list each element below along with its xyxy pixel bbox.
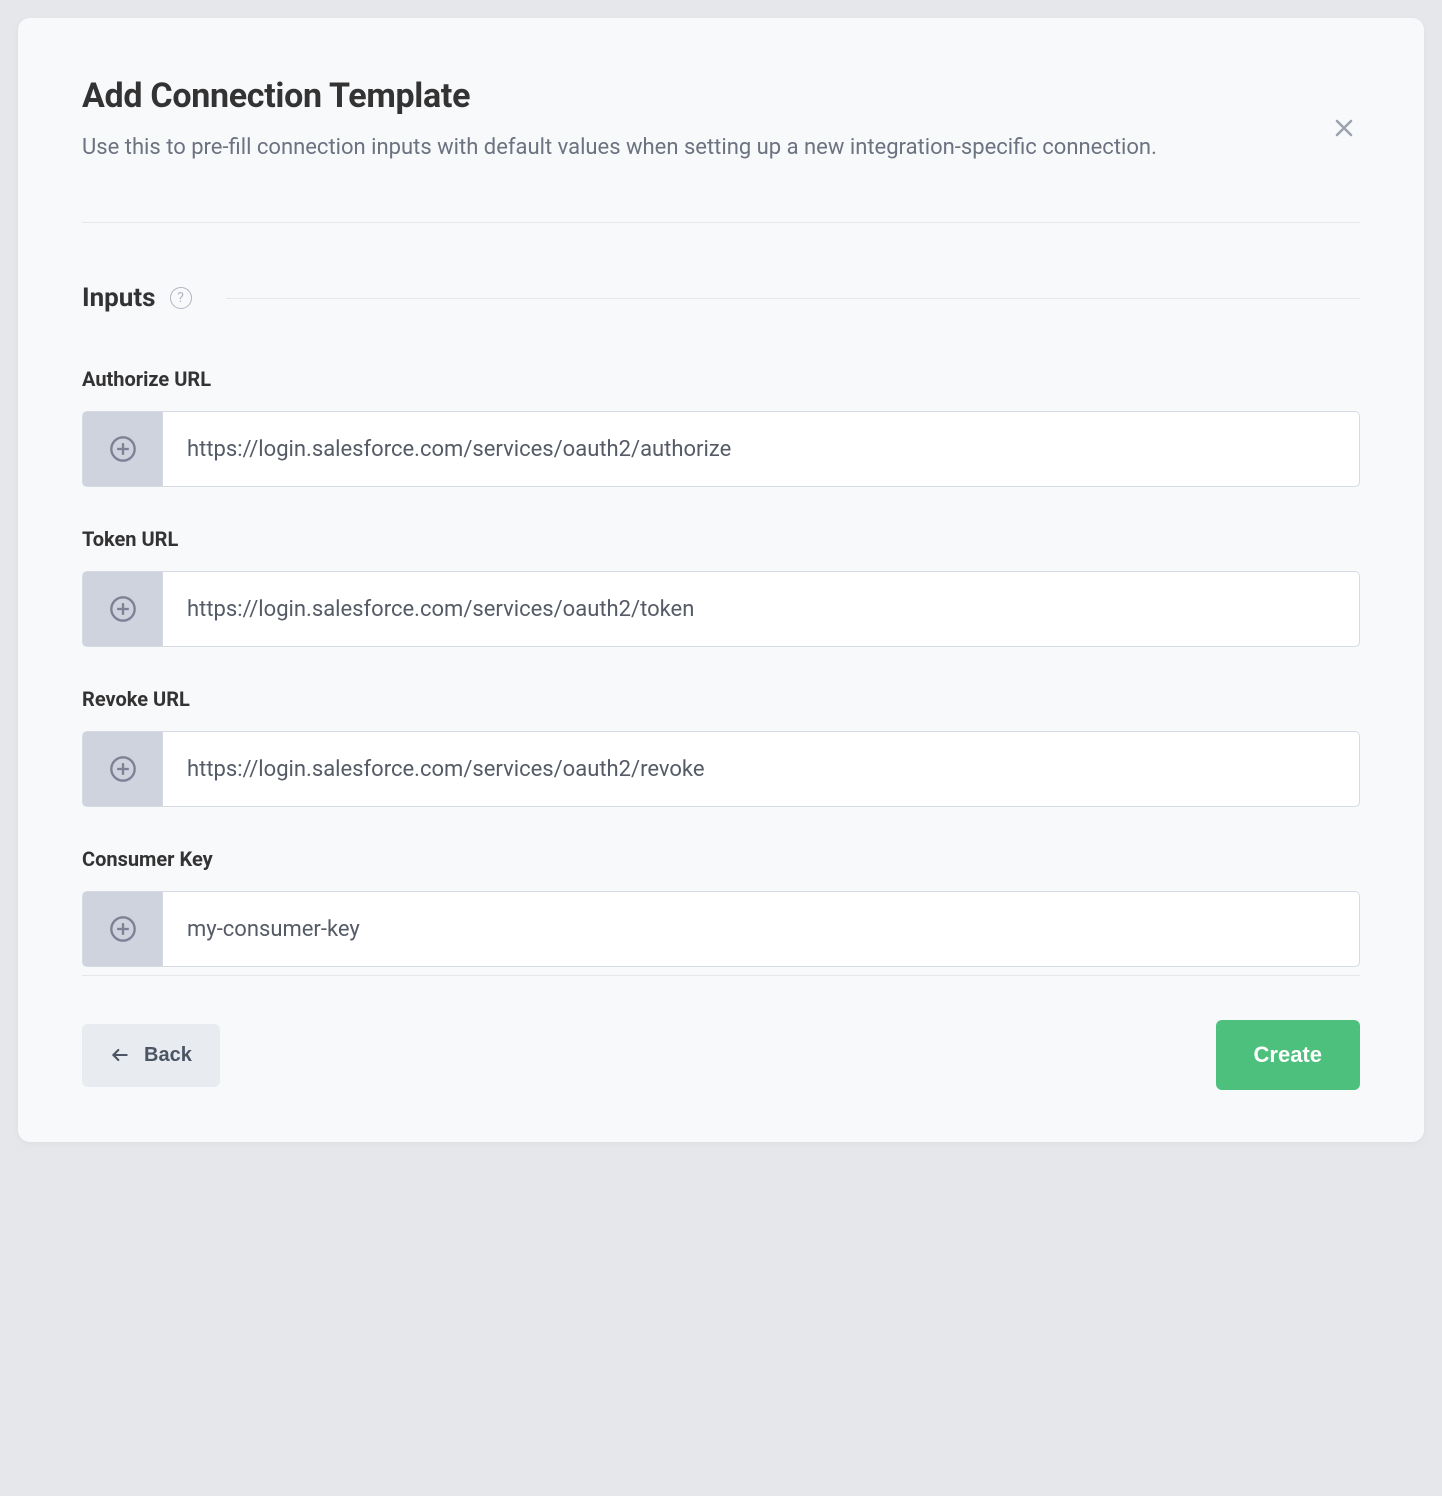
- modal-title: Add Connection Template: [82, 76, 1288, 116]
- inputs-section-header: Inputs ?: [82, 283, 1360, 313]
- authorize-url-add-button[interactable]: [82, 411, 162, 487]
- authorize-url-label: Authorize URL: [82, 367, 1360, 391]
- add-connection-template-modal: Add Connection Template Use this to pre-…: [18, 18, 1424, 1142]
- help-icon[interactable]: ?: [170, 287, 192, 309]
- consumer-key-add-button[interactable]: [82, 891, 162, 967]
- authorize-url-field: Authorize URL: [82, 367, 1360, 487]
- plus-circle-icon: [109, 755, 137, 783]
- modal-subtitle: Use this to pre-fill connection inputs w…: [82, 130, 1288, 166]
- revoke-url-field: Revoke URL: [82, 687, 1360, 807]
- authorize-url-input-row: [82, 411, 1360, 487]
- plus-circle-icon: [109, 915, 137, 943]
- token-url-field: Token URL: [82, 527, 1360, 647]
- back-button-label: Back: [144, 1044, 192, 1067]
- plus-circle-icon: [109, 595, 137, 623]
- plus-circle-icon: [109, 435, 137, 463]
- revoke-url-input[interactable]: [162, 731, 1360, 807]
- arrow-left-icon: [110, 1045, 130, 1065]
- authorize-url-input[interactable]: [162, 411, 1360, 487]
- revoke-url-add-button[interactable]: [82, 731, 162, 807]
- token-url-input[interactable]: [162, 571, 1360, 647]
- close-icon: [1332, 116, 1356, 140]
- token-url-add-button[interactable]: [82, 571, 162, 647]
- consumer-key-field: Consumer Key: [82, 847, 1360, 976]
- consumer-key-input-row: [82, 891, 1360, 967]
- close-button[interactable]: [1328, 112, 1360, 147]
- revoke-url-label: Revoke URL: [82, 687, 1360, 711]
- create-button[interactable]: Create: [1216, 1020, 1360, 1090]
- inputs-section-title: Inputs: [82, 283, 156, 313]
- consumer-key-label: Consumer Key: [82, 847, 1360, 871]
- token-url-label: Token URL: [82, 527, 1360, 551]
- token-url-input-row: [82, 571, 1360, 647]
- modal-header: Add Connection Template Use this to pre-…: [82, 76, 1360, 223]
- modal-footer: Back Create: [82, 1020, 1360, 1090]
- back-button[interactable]: Back: [82, 1024, 220, 1087]
- consumer-key-input[interactable]: [162, 891, 1360, 967]
- section-divider: [226, 298, 1360, 299]
- revoke-url-input-row: [82, 731, 1360, 807]
- modal-header-text: Add Connection Template Use this to pre-…: [82, 76, 1328, 166]
